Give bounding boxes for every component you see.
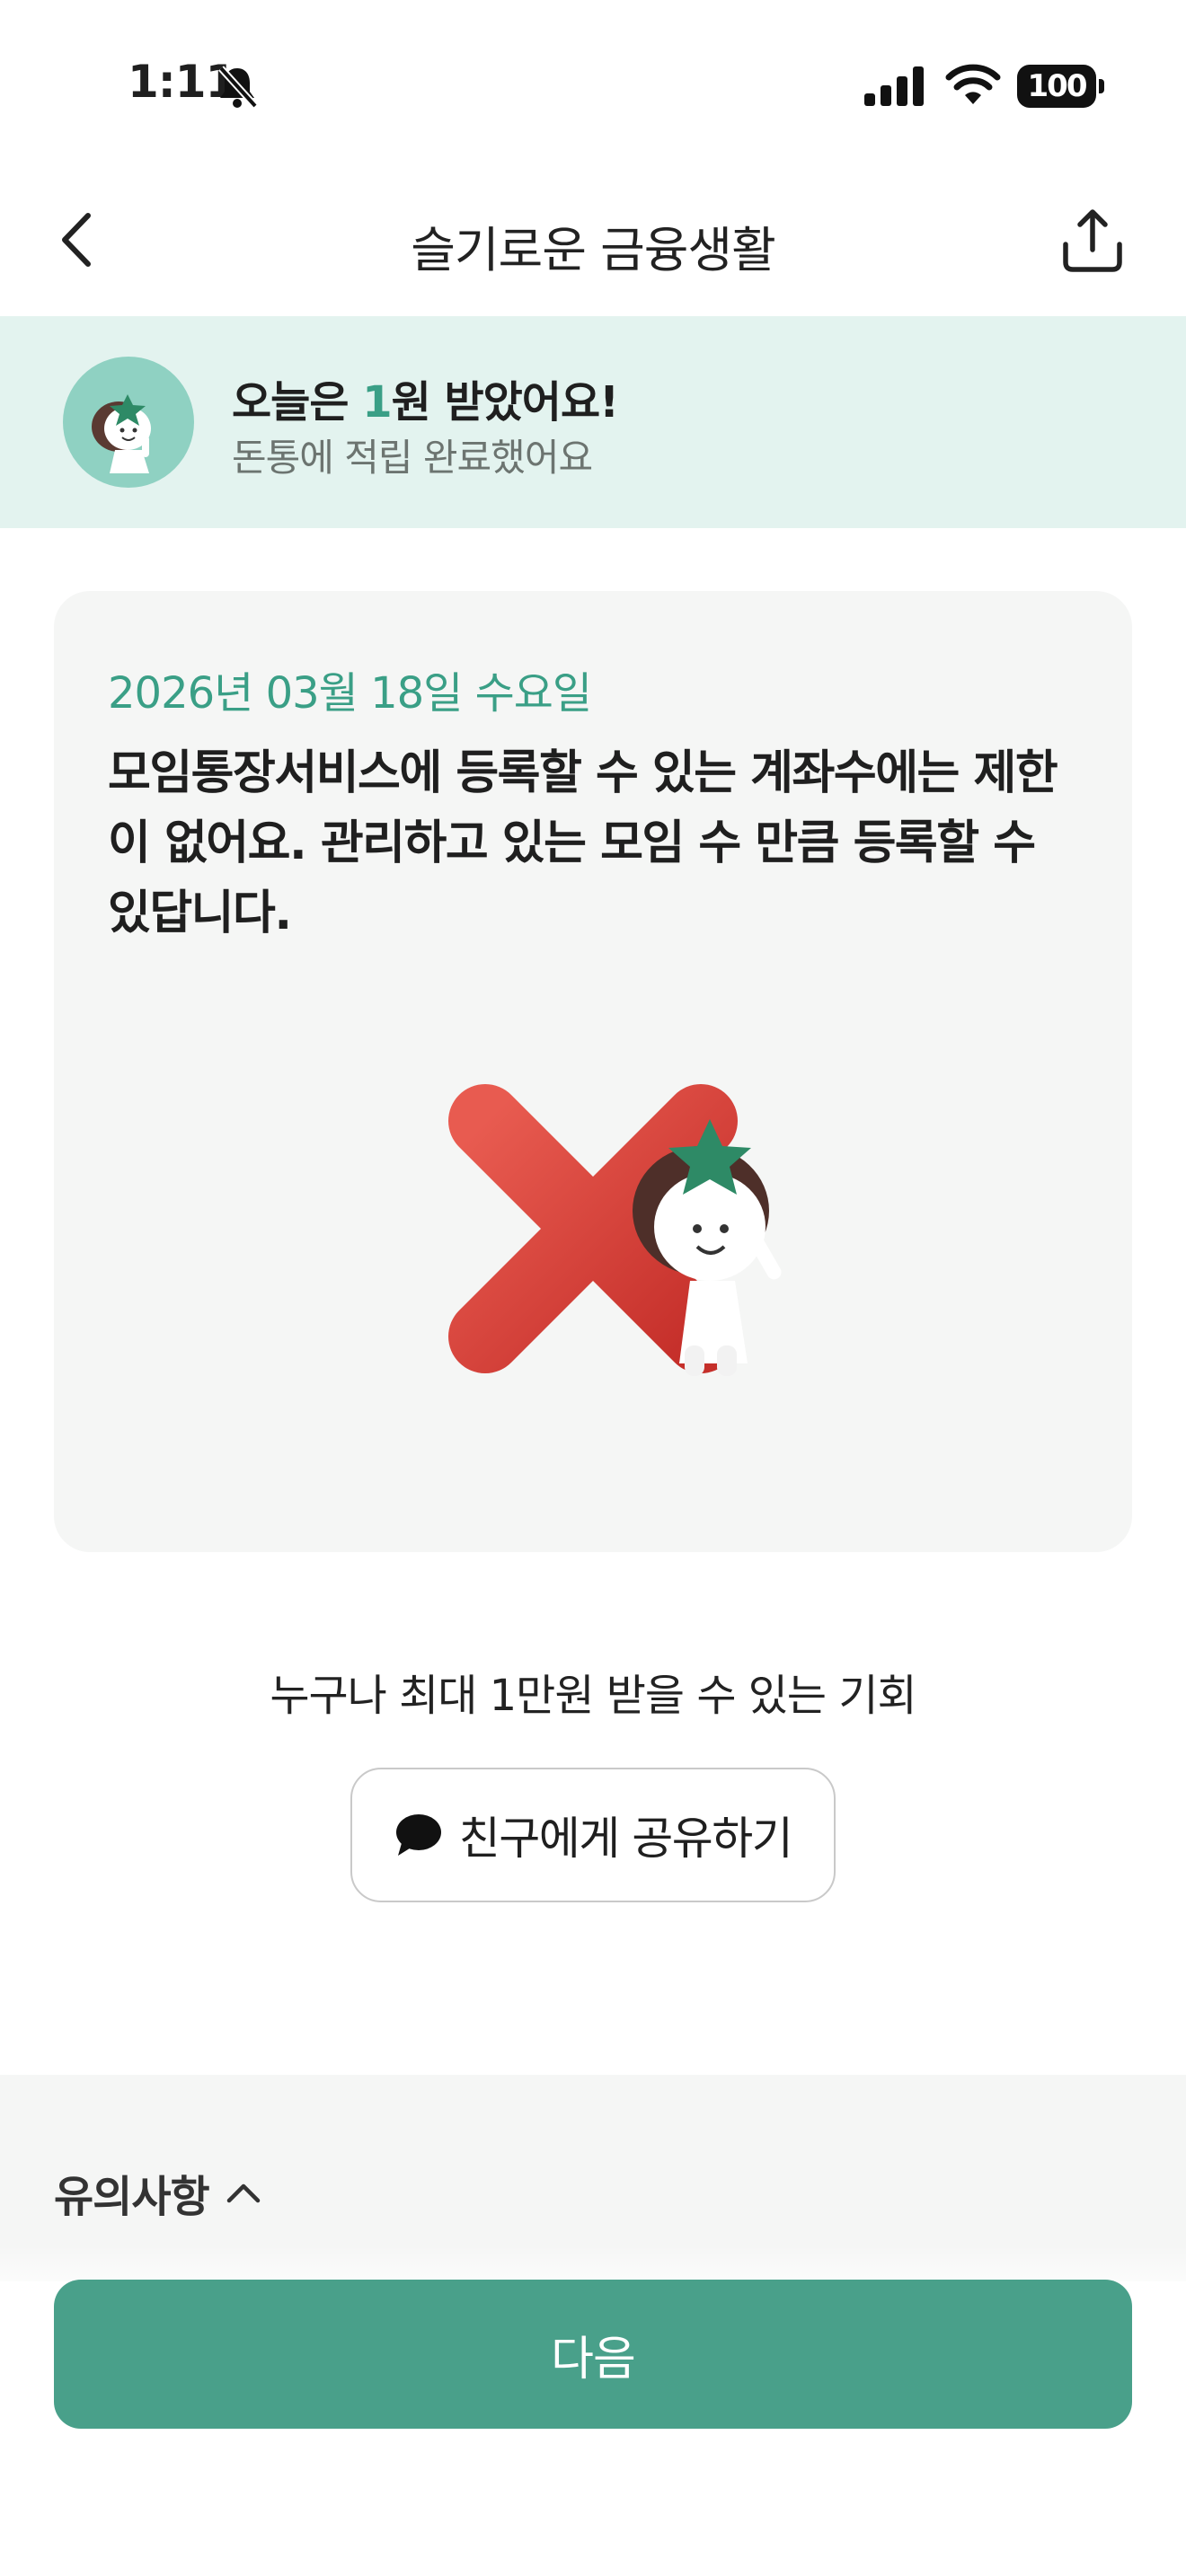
notice-toggle[interactable]: 유의사항 <box>54 2161 263 2224</box>
quiz-date: 2026년 03월 18일 수요일 <box>108 668 592 719</box>
next-button-label: 다음 <box>551 2332 636 2386</box>
reward-title-prefix: 오늘은 <box>232 377 363 428</box>
signal-icon <box>864 66 924 106</box>
page-title: 슬기로운 금융생활 <box>411 222 776 278</box>
battery-icon: 100 <box>1017 65 1104 108</box>
battery-cap <box>1099 79 1104 93</box>
character-avatar-illustration <box>92 394 151 473</box>
quiz-card: 2026년 03월 18일 수요일 모임통장서비스에 등록할 수 있는 계좌수에… <box>54 591 1132 1552</box>
status-bar: 1:11 100 <box>0 0 1186 171</box>
next-button[interactable]: 다음 <box>54 2280 1132 2429</box>
share-to-friend-button[interactable]: 친구에게 공유하기 <box>350 1768 836 1902</box>
share-button-label: 친구에게 공유하기 <box>458 1813 793 1865</box>
share-caption: 누구나 최대 1만원 받을 수 있는 기회 <box>270 1671 916 1721</box>
share-upload-icon[interactable] <box>1060 207 1125 275</box>
wifi-icon <box>945 64 1001 104</box>
notice-label: 유의사항 <box>54 2172 210 2222</box>
battery-level: 100 <box>1017 65 1096 108</box>
reward-amount: 1 <box>362 377 392 428</box>
reward-subtitle: 돈통에 적립 완료했어요 <box>232 436 593 480</box>
reward-banner: 오늘은 1원 받았어요! 돈통에 적립 완료했어요 <box>0 316 1186 528</box>
page: 1:11 100 슬기로운 금융생활 오늘은 1원 받았어요! 돈통에 적립 완… <box>0 0 1186 2576</box>
reward-title: 오늘은 1원 받았어요! <box>232 366 619 429</box>
quiz-explanation: 모임통장서비스에 등록할 수 있는 계좌수에는 제한이 없어요. 관리하고 있는… <box>108 746 1058 940</box>
chevron-up-icon <box>226 2183 260 2203</box>
chat-bubble-icon <box>395 1814 441 1856</box>
bell-muted-icon <box>218 66 258 109</box>
reward-title-suffix: 원 받았어요! <box>391 377 619 428</box>
nav-bar: 슬기로운 금융생활 <box>0 171 1186 316</box>
character-avatar <box>63 357 194 488</box>
x-mark-illustration <box>448 1084 782 1376</box>
